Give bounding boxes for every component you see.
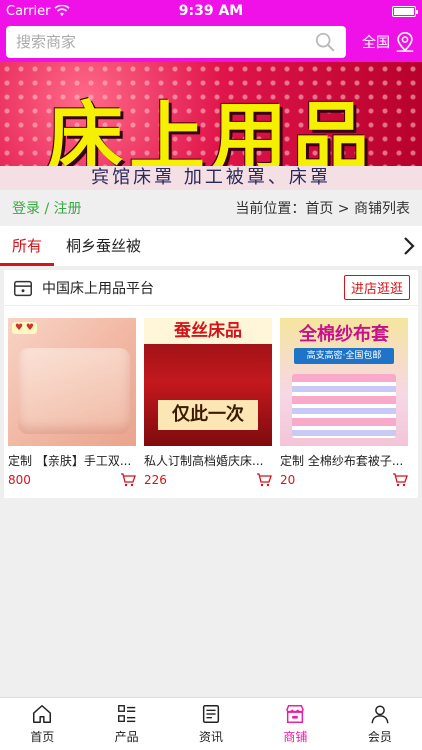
wifi-icon: [54, 5, 71, 16]
nav-products-label: 产品: [114, 730, 139, 744]
person-icon: [371, 705, 389, 724]
product-price: 20: [280, 473, 296, 487]
store-name: 中国床上用品平台: [42, 280, 154, 297]
region-selector[interactable]: 全国: [346, 31, 416, 53]
store-icon: [14, 280, 32, 296]
cart-icon[interactable]: [256, 473, 272, 487]
shop-icon: [286, 705, 305, 723]
product-list: ♥ ♥ 定制 【亲肤】手工双... 800 蚕丝床品 仅此一次 私人订制高档婚庆…: [4, 306, 418, 487]
nav-home[interactable]: 首页: [0, 698, 84, 750]
brand-badge: ♥ ♥: [12, 322, 37, 334]
region-label: 全国: [362, 35, 390, 51]
tabs-more-button[interactable]: [396, 226, 422, 266]
product-image[interactable]: 蚕丝床品 仅此一次: [144, 318, 272, 446]
nav-home-label: 首页: [30, 730, 55, 744]
battery-indicator: [276, 5, 418, 17]
nav-shops-label: 商铺: [283, 730, 308, 744]
product-card[interactable]: 蚕丝床品 仅此一次 私人订制高档婚庆床... 226: [144, 318, 272, 487]
store-header: 中国床上用品平台 进店逛逛: [4, 270, 418, 306]
location-pin-icon: [396, 32, 414, 52]
cart-icon[interactable]: [120, 473, 136, 487]
tab-all[interactable]: 所有: [0, 226, 55, 266]
cart-icon[interactable]: [392, 473, 408, 487]
bottom-tab-bar: 首页 产品 资讯 商铺 会员: [0, 697, 422, 750]
product-image-tag: 仅此一次: [158, 400, 258, 430]
product-image-label: 蚕丝床品: [144, 318, 272, 344]
home-icon: [33, 705, 52, 723]
breadcrumb: 当前位置：首页 > 商铺列表: [235, 201, 410, 217]
battery-icon: [392, 5, 418, 17]
quilt-shape: [18, 348, 130, 434]
product-image-tag: 高支高密·全国包邮: [294, 348, 394, 364]
tab-silk-quilt[interactable]: 桐乡蚕丝被: [54, 226, 153, 266]
product-price: 800: [8, 473, 31, 487]
app-header: Carrier 9:39 AM 全国: [0, 0, 422, 62]
product-card[interactable]: ♥ ♥ 定制 【亲肤】手工双... 800: [8, 318, 136, 487]
nav-news-label: 资讯: [199, 730, 224, 744]
banner-subtitle: 宾馆床罩 加工被罩、床罩: [0, 166, 422, 190]
search-box[interactable]: [6, 26, 346, 58]
nav-shops[interactable]: 商铺: [253, 698, 337, 750]
promo-banner[interactable]: 床上用品 宾馆床罩 加工被罩、床罩: [0, 62, 422, 190]
search-icon[interactable]: [314, 31, 336, 53]
carrier-label: Carrier: [6, 3, 51, 19]
news-icon: [202, 705, 220, 723]
category-tabs: 所有 桐乡蚕丝被: [0, 226, 422, 266]
status-bar: Carrier 9:39 AM: [0, 0, 422, 22]
store-card: 中国床上用品平台 进店逛逛 ♥ ♥ 定制 【亲肤】手工双... 800 蚕丝床品…: [4, 270, 418, 498]
carrier-info: Carrier: [6, 4, 146, 19]
product-image[interactable]: ♥ ♥: [8, 318, 136, 446]
product-image-label: 全棉纱布套: [299, 324, 389, 345]
fabric-stack: [292, 374, 396, 438]
nav-member[interactable]: 会员: [338, 698, 422, 750]
nav-news[interactable]: 资讯: [169, 698, 253, 750]
product-image[interactable]: 全棉纱布套 高支高密·全国包邮: [280, 318, 408, 446]
status-time: 9:39 AM: [178, 3, 244, 19]
search-row: 全国: [0, 22, 422, 62]
product-card[interactable]: 全棉纱布套 高支高密·全国包邮 定制 全棉纱布套被子... 20: [280, 318, 408, 487]
login-location-row: 登录 / 注册 当前位置：首页 > 商铺列表: [0, 190, 422, 226]
login-register-link[interactable]: 登录 / 注册: [12, 198, 82, 218]
grid-list-icon: [117, 705, 135, 723]
enter-store-button[interactable]: 进店逛逛: [343, 275, 410, 300]
product-title: 定制 全棉纱布套被子...: [280, 454, 404, 468]
nav-products[interactable]: 产品: [84, 698, 168, 750]
product-title: 私人订制高档婚庆床...: [144, 454, 264, 468]
chevron-right-icon: [404, 237, 415, 255]
product-price: 226: [144, 473, 167, 487]
nav-member-label: 会员: [367, 730, 392, 744]
search-input[interactable]: [16, 33, 314, 51]
product-title: 定制 【亲肤】手工双...: [8, 454, 132, 468]
